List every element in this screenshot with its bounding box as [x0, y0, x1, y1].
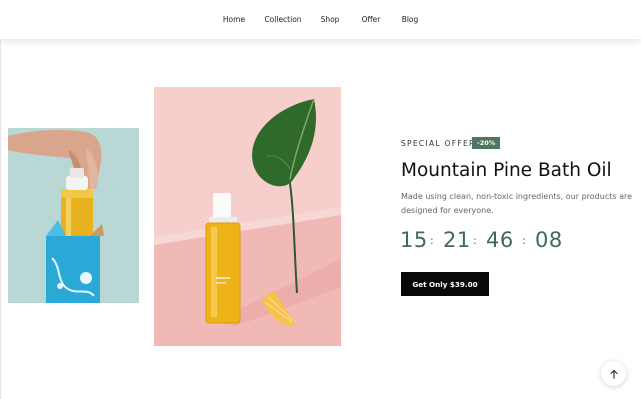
countdown-separator: : — [522, 234, 526, 247]
countdown-separator: : — [430, 234, 434, 247]
countdown-hours: 15 — [400, 228, 428, 252]
product-title: Mountain Pine Bath Oil — [401, 160, 612, 181]
countdown-seconds: 46 — [486, 228, 514, 252]
product-description: Made using clean, non-toxic ingredients,… — [401, 192, 633, 215]
nav-home[interactable]: Home — [223, 15, 245, 24]
buy-now-button[interactable]: Get Only $39.00 — [401, 272, 489, 296]
back-to-top-button[interactable] — [601, 361, 626, 386]
product-photo-bath-oil — [154, 87, 341, 346]
countdown-minutes: 21 — [443, 228, 471, 252]
countdown-separator: : — [473, 234, 477, 247]
page-left-border — [0, 39, 1, 399]
countdown-frames: 08 — [535, 228, 563, 252]
special-offer-label: SPECIAL OFFER — [401, 139, 476, 148]
nav-offer[interactable]: Offer — [362, 15, 381, 24]
nav-shop[interactable]: Shop — [321, 15, 340, 24]
product-photo-hand-box — [8, 128, 139, 303]
nav-collection[interactable]: Collection — [264, 15, 301, 24]
discount-badge: -20% — [472, 137, 501, 149]
arrow-up-icon — [609, 369, 618, 379]
top-navbar: Home Collection Shop Offer Blog — [0, 0, 641, 39]
nav-blog[interactable]: Blog — [402, 15, 419, 24]
